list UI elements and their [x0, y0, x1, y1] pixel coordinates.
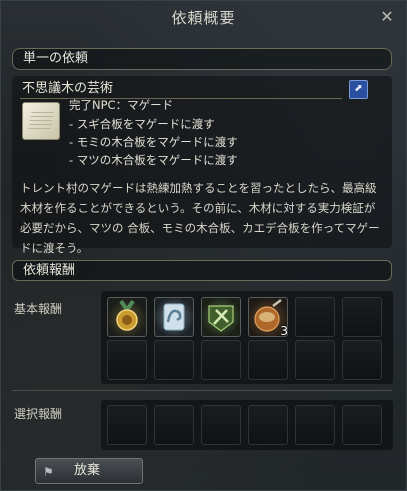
reward-divider	[12, 390, 392, 391]
reward-slot[interactable]	[154, 297, 194, 337]
empty-reward-slot	[201, 340, 241, 380]
empty-reward-slot	[154, 340, 194, 380]
reward-slot[interactable]: 3	[248, 297, 288, 338]
basic-reward-label: 基本報酬	[14, 302, 63, 316]
empty-reward-slot	[248, 340, 288, 380]
empty-select-slot	[154, 405, 194, 445]
rewards-header: 依頼報酬	[12, 260, 392, 281]
abandon-label: 放棄	[74, 463, 101, 478]
empty-select-slot	[107, 405, 147, 445]
objective-item: - スギ合板をマゲードに渡す	[69, 117, 215, 131]
quest-summary-window: 依頼概要 ✕ 単一の依頼 不思議木の芸術 ⬈ 完了NPC：マゲード - スギ合板…	[0, 0, 407, 491]
flag-icon: ⚑	[43, 465, 54, 479]
close-icon[interactable]: ✕	[378, 8, 396, 26]
empty-select-slot	[295, 405, 335, 445]
item-count: 3	[280, 324, 288, 338]
empty-select-slot	[201, 405, 241, 445]
objective-item: - マツの木合板をマゲードに渡す	[69, 153, 238, 167]
empty-reward-slot	[342, 340, 382, 380]
abandon-button[interactable]: ⚑ 放棄	[35, 458, 143, 484]
gathering-skill-icon	[208, 305, 234, 332]
quest-scroll-icon	[22, 102, 60, 140]
medal-icon	[116, 299, 138, 331]
strength-skill-icon	[163, 303, 185, 331]
empty-reward-slot	[295, 297, 335, 337]
quest-details-panel: 不思議木の芸術 ⬈ 完了NPC：マゲード - スギ合板をマゲードに渡す - モミ…	[12, 76, 392, 255]
empty-reward-slot	[107, 340, 147, 380]
empty-select-slot	[342, 405, 382, 445]
objective-item: - モミの木合板をマゲードに渡す	[69, 135, 238, 149]
reward-slot[interactable]	[201, 297, 241, 337]
reward-slot[interactable]	[107, 297, 147, 337]
share-quest-icon[interactable]: ⬈	[349, 80, 368, 99]
select-reward-label: 選択報酬	[14, 407, 63, 421]
empty-reward-slot	[295, 340, 335, 380]
quest-type-label: 単一の依頼	[12, 48, 392, 70]
quest-description: トレント村のマゲードは熱練加熱することを習ったとしたら、最高級木材を作ることがで…	[20, 181, 380, 255]
empty-reward-slot	[342, 297, 382, 337]
completion-npc: 完了NPC：マゲード	[69, 98, 174, 112]
window-title: 依頼概要	[171, 9, 236, 27]
empty-select-slot	[248, 405, 288, 445]
quest-name: 不思議木の芸術	[20, 79, 342, 99]
